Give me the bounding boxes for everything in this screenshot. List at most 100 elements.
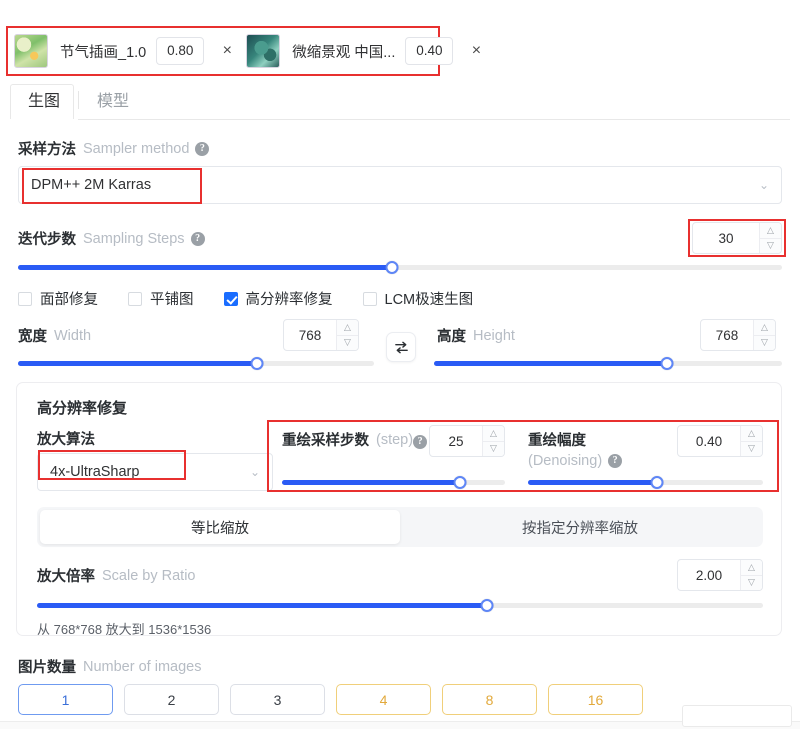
checkbox-face-restore[interactable]: 面部修复	[18, 288, 98, 309]
image-count-options: 1 2 3 4 8 16	[18, 684, 643, 715]
checkbox-checked-icon[interactable]	[223, 291, 238, 306]
checkbox-label: 面部修复	[40, 292, 98, 308]
height-label: 高度 Height	[437, 325, 515, 346]
denoise-label-cn: 重绘幅度	[528, 433, 586, 449]
lora-chip-1[interactable]: 微缩景观 中国... 0.40 ×	[246, 32, 495, 70]
slider-thumb[interactable]	[660, 356, 674, 370]
stepper-up-icon[interactable]: △	[754, 320, 775, 336]
lora-weight-1[interactable]: 0.40	[405, 37, 454, 65]
stepper-down-icon[interactable]: ▽	[483, 442, 504, 457]
steps-stepper[interactable]: △ ▽	[759, 223, 781, 253]
checkbox-icon[interactable]	[362, 291, 377, 306]
steps-slider[interactable]	[18, 260, 782, 274]
scale-mode-resolution[interactable]: 按指定分辨率缩放	[400, 510, 760, 544]
sampler-label: 采样方法 Sampler method ?	[18, 138, 210, 159]
ratio-slider[interactable]	[37, 598, 763, 612]
count-option-8[interactable]: 8	[442, 684, 537, 715]
lora-chip-0[interactable]: 节气插画_1.0 0.80 ×	[14, 32, 246, 70]
checkbox-icon[interactable]	[18, 291, 32, 306]
hires-panel-title: 高分辨率修复	[37, 400, 128, 417]
steps-label: 迭代步数 Sampling Steps ?	[18, 228, 205, 249]
width-stepper[interactable]: △ ▽	[336, 320, 358, 350]
image-count-label-en: Number of images	[83, 658, 202, 675]
stepper-down-icon[interactable]: ▽	[337, 336, 358, 351]
slider-thumb[interactable]	[650, 475, 664, 489]
ratio-number-input[interactable]: 2.00 △ ▽	[677, 559, 763, 591]
denoise-number-input[interactable]: 0.40 △ ▽	[677, 425, 763, 457]
lora-weight-0[interactable]: 0.80	[156, 37, 205, 65]
slider-fill	[282, 479, 461, 485]
height-stepper[interactable]: △ ▽	[753, 320, 775, 350]
checkbox-lcm[interactable]: LCM极速生图	[362, 288, 474, 309]
checkbox-label: 高分辨率修复	[245, 292, 333, 308]
checkbox-label: LCM极速生图	[384, 292, 474, 308]
spring-illustration-thumb	[14, 34, 48, 68]
slider-fill	[528, 479, 658, 485]
stepper-down-icon[interactable]: ▽	[760, 239, 781, 254]
hr-steps-value: 25	[448, 433, 464, 449]
ratio-stepper[interactable]: △ ▽	[740, 560, 762, 590]
ratio-label-en: Scale by Ratio	[102, 567, 196, 584]
checkbox-icon[interactable]	[128, 291, 142, 306]
bottom-strip	[0, 721, 800, 729]
height-number-input[interactable]: 768 △ ▽	[700, 319, 776, 351]
checkbox-tiling[interactable]: 平铺图	[128, 288, 194, 309]
hr-steps-slider[interactable]	[282, 475, 505, 489]
sampler-label-en: Sampler method	[83, 140, 190, 157]
bottom-partial-card[interactable]	[682, 705, 792, 727]
denoise-value: 0.40	[695, 433, 723, 449]
checkbox-label: 平铺图	[150, 292, 194, 308]
help-icon[interactable]: ?	[608, 454, 623, 468]
width-label-cn: 宽度	[18, 329, 47, 345]
hr-steps-number-input[interactable]: 25 △ ▽	[429, 425, 505, 457]
image-count-label-cn: 图片数量	[18, 660, 76, 676]
upscaler-select[interactable]: 4x-UltraSharp ⌄	[37, 453, 273, 491]
tab-model[interactable]: 模型	[79, 87, 147, 120]
checkbox-hires-fix[interactable]: 高分辨率修复	[223, 288, 333, 309]
help-icon[interactable]: ?	[190, 231, 205, 246]
denoise-slider[interactable]	[528, 475, 763, 489]
sampler-value: DPM++ 2M Karras	[31, 177, 152, 193]
slider-thumb[interactable]	[453, 475, 467, 489]
height-slider[interactable]	[434, 356, 782, 370]
ratio-label-cn: 放大倍率	[37, 569, 95, 585]
width-number-input[interactable]: 768 △ ▽	[283, 319, 359, 351]
width-slider[interactable]	[18, 356, 374, 370]
help-icon[interactable]: ?	[413, 434, 428, 449]
swap-dimensions-button[interactable]	[386, 332, 416, 362]
slider-thumb[interactable]	[480, 598, 494, 612]
hr-steps-stepper[interactable]: △ ▽	[482, 426, 504, 456]
stepper-up-icon[interactable]: △	[483, 426, 504, 442]
swap-arrows-icon	[394, 341, 408, 353]
tab-generate[interactable]: 生图	[10, 87, 79, 121]
count-option-1[interactable]: 1	[18, 684, 113, 715]
scale-mode-ratio[interactable]: 等比缩放	[40, 510, 400, 544]
count-option-3[interactable]: 3	[230, 684, 325, 715]
slider-fill	[434, 360, 668, 366]
stepper-up-icon[interactable]: △	[760, 223, 781, 239]
close-icon[interactable]: ×	[467, 43, 485, 59]
denoise-stepper[interactable]: △ ▽	[740, 426, 762, 456]
main-tabs: 生图 模型	[10, 84, 790, 121]
count-option-16[interactable]: 16	[548, 684, 643, 715]
stepper-down-icon[interactable]: ▽	[754, 336, 775, 351]
stepper-down-icon[interactable]: ▽	[741, 576, 762, 591]
steps-value: 30	[718, 230, 734, 246]
lora-tab-bar: 节气插画_1.0 0.80 × 微缩景观 中国... 0.40 ×	[6, 26, 481, 76]
help-icon[interactable]: ?	[195, 141, 210, 156]
stepper-down-icon[interactable]: ▽	[741, 442, 762, 457]
close-icon[interactable]: ×	[218, 43, 236, 59]
stepper-up-icon[interactable]: △	[337, 320, 358, 336]
stepper-up-icon[interactable]: △	[741, 560, 762, 576]
stepper-up-icon[interactable]: △	[741, 426, 762, 442]
height-label-cn: 高度	[437, 329, 466, 345]
slider-thumb[interactable]	[385, 260, 399, 274]
sampler-select[interactable]: DPM++ 2M Karras ⌄	[18, 166, 782, 204]
count-option-4[interactable]: 4	[336, 684, 431, 715]
slider-thumb[interactable]	[250, 356, 264, 370]
width-label: 宽度 Width	[18, 325, 91, 346]
count-option-2[interactable]: 2	[124, 684, 219, 715]
chevron-down-icon: ⌄	[249, 465, 260, 479]
steps-number-input[interactable]: 30 △ ▽	[692, 222, 782, 254]
width-label-en: Width	[54, 327, 92, 344]
